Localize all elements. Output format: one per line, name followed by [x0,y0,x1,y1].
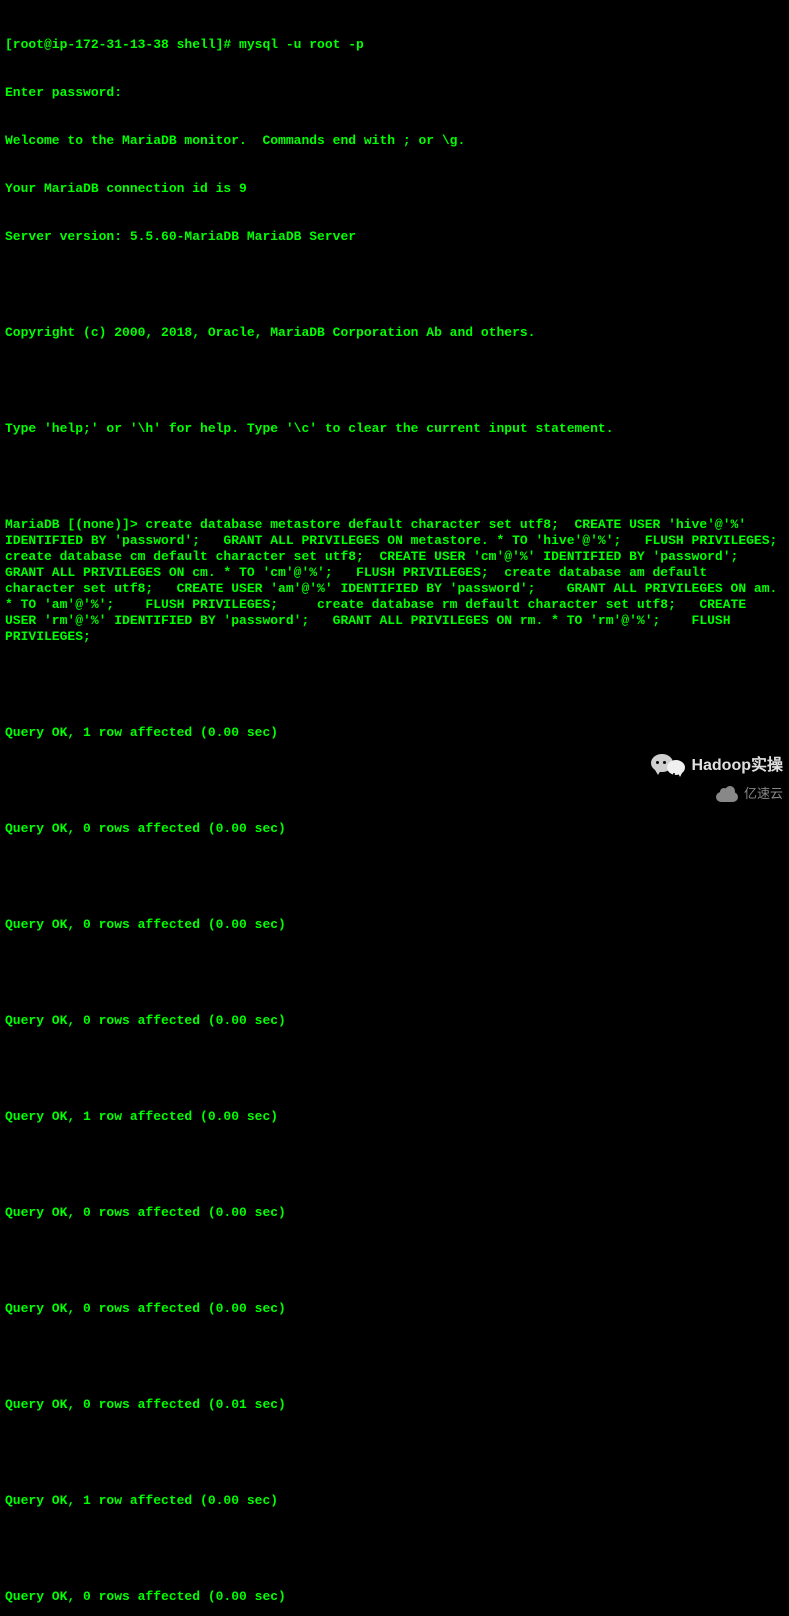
query-result: Query OK, 1 row affected (0.00 sec) [5,1493,784,1509]
query-result: Query OK, 0 rows affected (0.00 sec) [5,821,784,837]
query-result: Query OK, 0 rows affected (0.00 sec) [5,1205,784,1221]
wechat-icon [651,752,685,780]
yisu-label: 亿速云 [744,786,783,802]
shell-prompt-line: [root@ip-172-31-13-38 shell]# mysql -u r… [5,37,784,53]
copyright-line: Copyright (c) 2000, 2018, Oracle, MariaD… [5,325,784,341]
sql-command-block: MariaDB [(none)]> create database metast… [5,517,784,645]
welcome-line-1: Welcome to the MariaDB monitor. Commands… [5,133,784,149]
query-result: Query OK, 1 row affected (0.00 sec) [5,1109,784,1125]
welcome-line-2: Your MariaDB connection id is 9 [5,181,784,197]
query-result: Query OK, 0 rows affected (0.00 sec) [5,917,784,933]
query-result: Query OK, 0 rows affected (0.00 sec) [5,1589,784,1605]
welcome-line-3: Server version: 5.5.60-MariaDB MariaDB S… [5,229,784,245]
query-result: Query OK, 0 rows affected (0.00 sec) [5,1301,784,1317]
wechat-label: Hadoop实操 [691,758,783,774]
query-result: Query OK, 0 rows affected (0.01 sec) [5,1397,784,1413]
terminal-output: [root@ip-172-31-13-38 shell]# mysql -u r… [5,5,784,1616]
cloud-icon [716,786,740,802]
query-result: Query OK, 0 rows affected (0.00 sec) [5,1013,784,1029]
yisu-watermark: 亿速云 [716,786,783,802]
wechat-watermark: Hadoop实操 [651,752,783,780]
password-prompt: Enter password: [5,85,784,101]
help-line: Type 'help;' or '\h' for help. Type '\c'… [5,421,784,437]
query-result: Query OK, 1 row affected (0.00 sec) [5,725,784,741]
